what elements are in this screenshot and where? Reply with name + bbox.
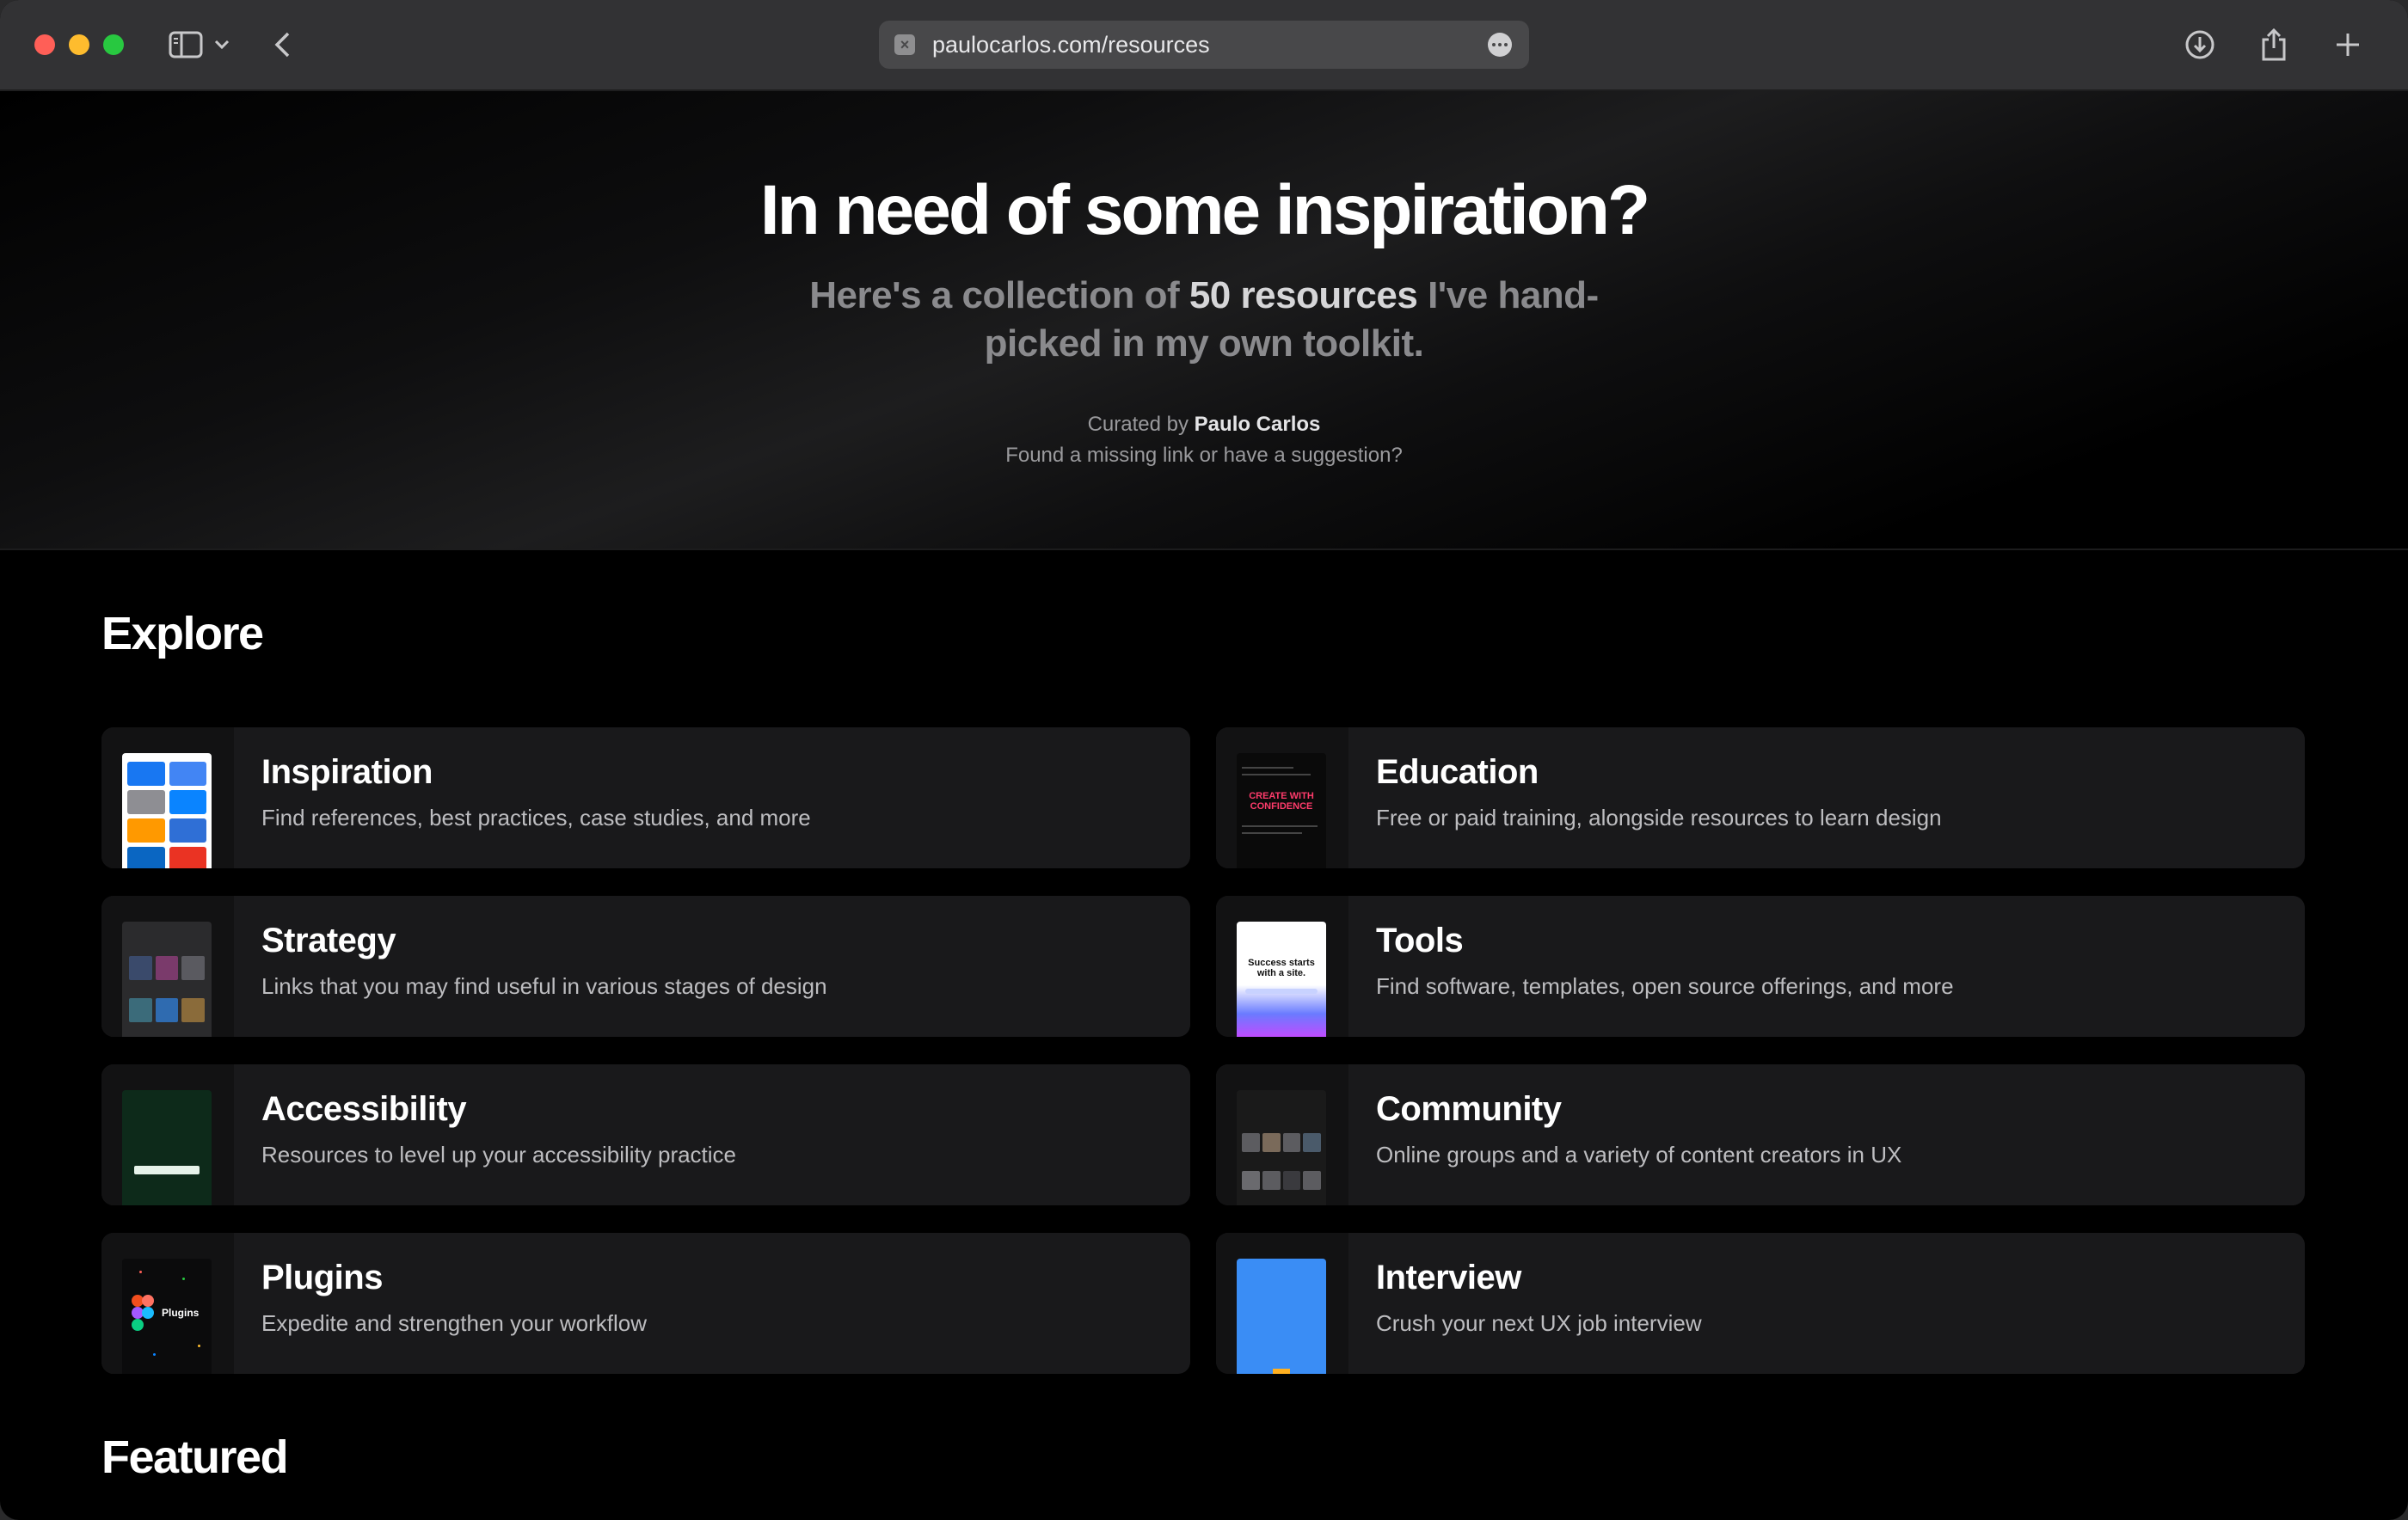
minimize-window-button[interactable] xyxy=(69,34,89,55)
card-description: Crush your next UX job interview xyxy=(1376,1310,1702,1336)
card-description: Online groups and a variety of content c… xyxy=(1376,1142,1902,1168)
resource-count: 50 resources xyxy=(1189,274,1418,316)
education-thumbnail: CREATE WITH CONFIDENCE xyxy=(1216,727,1348,868)
card-title: Interview xyxy=(1376,1259,1521,1296)
site-favicon-icon: × xyxy=(894,34,915,55)
explore-heading: Explore xyxy=(101,608,264,659)
close-window-button[interactable] xyxy=(34,34,55,55)
category-card-accessibility[interactable]: Accessibility Resources to level up your… xyxy=(101,1064,1190,1205)
curated-label: Curated by xyxy=(1087,413,1195,436)
zoom-window-button[interactable] xyxy=(103,34,124,55)
curated-by: Curated by Paulo Carlos xyxy=(0,409,2408,440)
plugins-thumbnail: Plugins xyxy=(101,1233,234,1374)
category-card-plugins[interactable]: Plugins Plugins Expedite and strengthen … xyxy=(101,1233,1190,1374)
card-title: Inspiration xyxy=(261,753,433,791)
category-card-tools[interactable]: Success starts with a site. Tools Find s… xyxy=(1216,896,2305,1037)
card-description: Find software, templates, open source of… xyxy=(1376,973,1954,999)
explore-grid: Inspiration Find references, best practi… xyxy=(101,727,2305,1374)
browser-toolbar: × paulocarlos.com/resources xyxy=(0,0,2408,91)
category-card-interview[interactable]: Interview Crush your next UX job intervi… xyxy=(1216,1233,2305,1374)
tools-thumbnail: Success starts with a site. xyxy=(1216,896,1348,1037)
featured-heading: Featured xyxy=(101,1431,289,1483)
suggestion-link[interactable]: Found a missing link or have a suggestio… xyxy=(0,440,2408,471)
category-card-education[interactable]: CREATE WITH CONFIDENCE Education Free or… xyxy=(1216,727,2305,868)
browser-window: × paulocarlos.com/resources In need of s… xyxy=(0,0,2408,1520)
hero-subtitle-text: Here's a collection of xyxy=(809,274,1189,316)
plugins-thumbnail-text: Plugins xyxy=(162,1307,200,1319)
community-thumbnail xyxy=(1216,1064,1348,1205)
figma-logo-icon xyxy=(132,1295,154,1331)
card-title: Strategy xyxy=(261,922,396,959)
education-thumbnail-text: CREATE WITH CONFIDENCE xyxy=(1249,791,1314,812)
address-bar[interactable]: × paulocarlos.com/resources xyxy=(879,21,1529,69)
page-menu-icon[interactable] xyxy=(1488,33,1512,57)
category-card-strategy[interactable]: Strategy Links that you may find useful … xyxy=(101,896,1190,1037)
curator-link[interactable]: Paulo Carlos xyxy=(1195,413,1321,436)
new-tab-icon[interactable] xyxy=(2329,26,2367,64)
page-title: In need of some inspiration? xyxy=(759,171,1650,249)
card-title: Plugins xyxy=(261,1259,383,1296)
interview-thumbnail xyxy=(1216,1233,1348,1374)
address-url: paulocarlos.com/resources xyxy=(932,32,1210,58)
card-description: Resources to level up your accessibility… xyxy=(261,1142,737,1168)
card-title: Education xyxy=(1376,753,1539,791)
card-description: Find references, best practices, case st… xyxy=(261,805,811,830)
strategy-thumbnail xyxy=(101,896,234,1037)
download-icon[interactable] xyxy=(2181,26,2219,64)
card-description: Links that you may find useful in variou… xyxy=(261,973,827,999)
hero-section: In need of some inspiration? Here's a co… xyxy=(0,91,2408,550)
hero-subtitle: Here's a collection of 50 resources I've… xyxy=(774,272,1634,368)
inspiration-thumbnail xyxy=(101,727,234,868)
card-title: Community xyxy=(1376,1090,1562,1128)
card-title: Accessibility xyxy=(261,1090,467,1128)
card-description: Free or paid training, alongside resourc… xyxy=(1376,805,1942,830)
card-title: Tools xyxy=(1376,922,1464,959)
back-arrow-icon[interactable] xyxy=(263,26,301,64)
chevron-down-icon[interactable] xyxy=(212,26,232,64)
sidebar-toggle-icon[interactable] xyxy=(167,26,205,64)
tools-thumbnail-text: Success starts with a site. xyxy=(1248,958,1315,978)
card-description: Expedite and strengthen your workflow xyxy=(261,1310,648,1336)
accessibility-thumbnail xyxy=(101,1064,234,1205)
category-card-community[interactable]: Community Online groups and a variety of… xyxy=(1216,1064,2305,1205)
share-icon[interactable] xyxy=(2255,26,2293,64)
category-card-inspiration[interactable]: Inspiration Find references, best practi… xyxy=(101,727,1190,868)
